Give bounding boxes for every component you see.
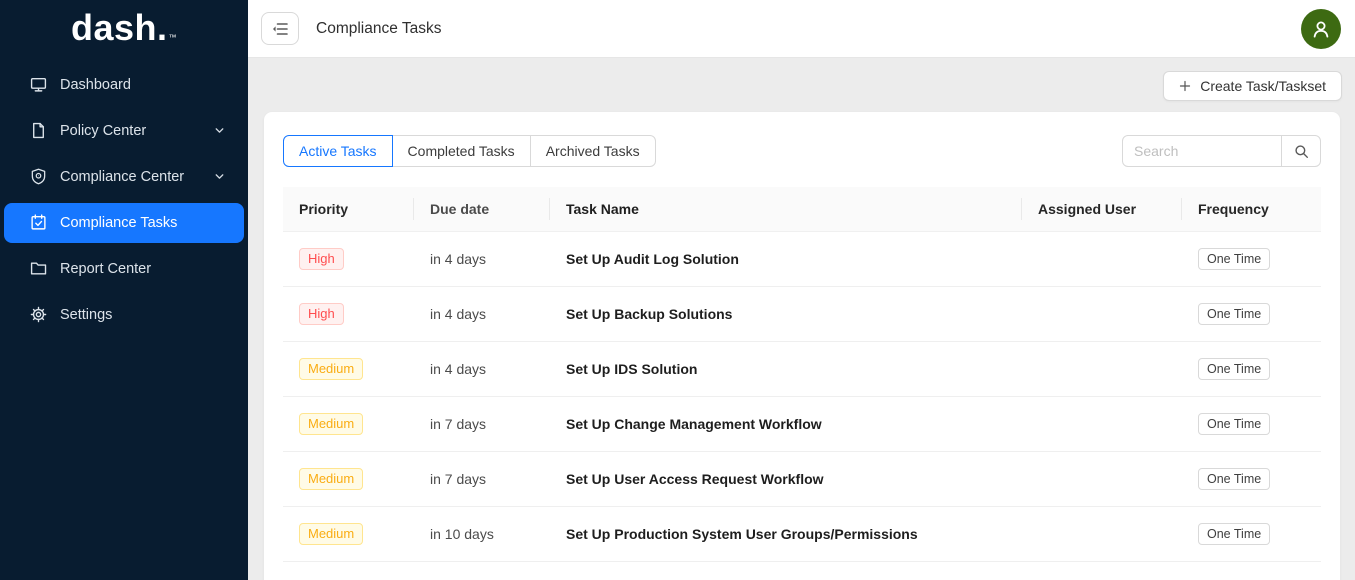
sidebar-item-label: Settings [60, 307, 112, 323]
sidebar-item-policy-center[interactable]: Policy Center [4, 111, 244, 151]
assigned-user [1022, 397, 1182, 452]
task-name: Set Up Change Management Workflow [550, 397, 1022, 452]
tab-active-tasks[interactable]: Active Tasks [283, 135, 393, 167]
calendar-check-icon [30, 214, 47, 231]
column-header-frequency: Frequency [1182, 187, 1321, 232]
table-row[interactable]: Medium in 7 days Set Up User Access Requ… [283, 452, 1321, 507]
tasks-card: Active Tasks Completed Tasks Archived Ta… [264, 112, 1340, 580]
person-icon [1309, 17, 1333, 41]
assigned-user [1022, 232, 1182, 287]
user-avatar[interactable] [1301, 9, 1341, 49]
sidebar-item-compliance-center[interactable]: Compliance Center [4, 157, 244, 197]
task-name: Set Up Production System User Groups/Per… [550, 507, 1022, 562]
app-root: dash.™ Dashboard Policy Center [0, 0, 1355, 580]
sidebar-item-label: Compliance Center [60, 169, 184, 185]
card-header: Active Tasks Completed Tasks Archived Ta… [283, 135, 1321, 167]
table-row[interactable]: Medium in 4 days Set Up IDS Solution One… [283, 342, 1321, 397]
app-logo: dash.™ [0, 0, 248, 62]
sidebar: dash.™ Dashboard Policy Center [0, 0, 248, 580]
search-button[interactable] [1281, 135, 1321, 167]
priority-badge: Medium [299, 523, 363, 545]
tab-archived-tasks[interactable]: Archived Tasks [530, 135, 656, 167]
monitor-icon [30, 76, 47, 93]
content-area: Create Task/Taskset Active Tasks Complet… [248, 58, 1355, 580]
frequency-badge: One Time [1198, 468, 1270, 490]
priority-badge: Medium [299, 413, 363, 435]
due-date: in 7 days [414, 452, 550, 507]
priority-badge: Medium [299, 358, 363, 380]
sidebar-item-settings[interactable]: Settings [4, 295, 244, 335]
assigned-user [1022, 342, 1182, 397]
due-date: in 4 days [414, 287, 550, 342]
priority-badge: Medium [299, 468, 363, 490]
assigned-user [1022, 507, 1182, 562]
sidebar-item-label: Compliance Tasks [60, 215, 177, 231]
column-header-task-name: Task Name [550, 187, 1022, 232]
due-date: in 4 days [414, 232, 550, 287]
sidebar-collapse-button[interactable] [261, 12, 299, 45]
assigned-user [1022, 452, 1182, 507]
tab-completed-tasks[interactable]: Completed Tasks [392, 135, 531, 167]
task-name: Set Up Audit Log Solution [550, 232, 1022, 287]
column-header-priority: Priority [283, 187, 414, 232]
sidebar-item-dashboard[interactable]: Dashboard [4, 65, 244, 105]
priority-badge: High [299, 248, 344, 270]
table-row[interactable]: Medium in 7 days Set Up Change Managemen… [283, 397, 1321, 452]
document-icon [30, 122, 47, 139]
frequency-badge: One Time [1198, 358, 1270, 380]
gear-icon [30, 306, 47, 323]
main-area: Compliance Tasks Cr [248, 0, 1355, 580]
frequency-badge: One Time [1198, 523, 1270, 545]
table-row[interactable]: High in 4 days Set Up Backup Solutions O… [283, 287, 1321, 342]
sidebar-nav: Dashboard Policy Center [0, 62, 248, 338]
search-box [1122, 135, 1321, 167]
task-tabs: Active Tasks Completed Tasks Archived Ta… [283, 135, 656, 167]
chevron-down-icon [213, 170, 226, 183]
page-title: Compliance Tasks [316, 20, 442, 38]
magnifier-icon [1294, 144, 1309, 159]
due-date: in 10 days [414, 507, 550, 562]
table-row[interactable]: High in 4 days Set Up Audit Log Solution… [283, 232, 1321, 287]
plus-icon [1179, 80, 1191, 92]
table-row[interactable]: Medium in 10 days Set Up Production Syst… [283, 507, 1321, 562]
frequency-badge: One Time [1198, 413, 1270, 435]
folder-icon [30, 260, 47, 277]
chevron-down-icon [213, 124, 226, 137]
app-logo-text: dash. [71, 7, 168, 48]
frequency-badge: One Time [1198, 303, 1270, 325]
sidebar-item-label: Report Center [60, 261, 151, 277]
table-header-row: Priority Due date Task Name Assigned Use… [283, 187, 1321, 232]
sidebar-item-label: Policy Center [60, 123, 146, 139]
sidebar-item-label: Dashboard [60, 77, 131, 93]
sidebar-item-report-center[interactable]: Report Center [4, 249, 244, 289]
shield-icon [30, 168, 47, 185]
sidebar-item-compliance-tasks[interactable]: Compliance Tasks [4, 203, 244, 243]
priority-badge: High [299, 303, 344, 325]
toolbar: Create Task/Taskset [248, 58, 1355, 112]
menu-fold-icon [272, 21, 288, 37]
due-date: in 4 days [414, 342, 550, 397]
due-date: in 7 days [414, 397, 550, 452]
task-name: Set Up User Access Request Workflow [550, 452, 1022, 507]
column-header-due-date: Due date [414, 187, 550, 232]
assigned-user [1022, 287, 1182, 342]
trademark-mark: ™ [169, 33, 178, 42]
top-bar: Compliance Tasks [248, 0, 1355, 58]
create-task-button-label: Create Task/Taskset [1200, 78, 1326, 94]
task-name: Set Up Backup Solutions [550, 287, 1022, 342]
tasks-table: Priority Due date Task Name Assigned Use… [283, 187, 1321, 562]
search-input[interactable] [1122, 135, 1282, 167]
frequency-badge: One Time [1198, 248, 1270, 270]
task-name: Set Up IDS Solution [550, 342, 1022, 397]
column-header-assigned-user: Assigned User [1022, 187, 1182, 232]
create-task-button[interactable]: Create Task/Taskset [1163, 71, 1342, 101]
